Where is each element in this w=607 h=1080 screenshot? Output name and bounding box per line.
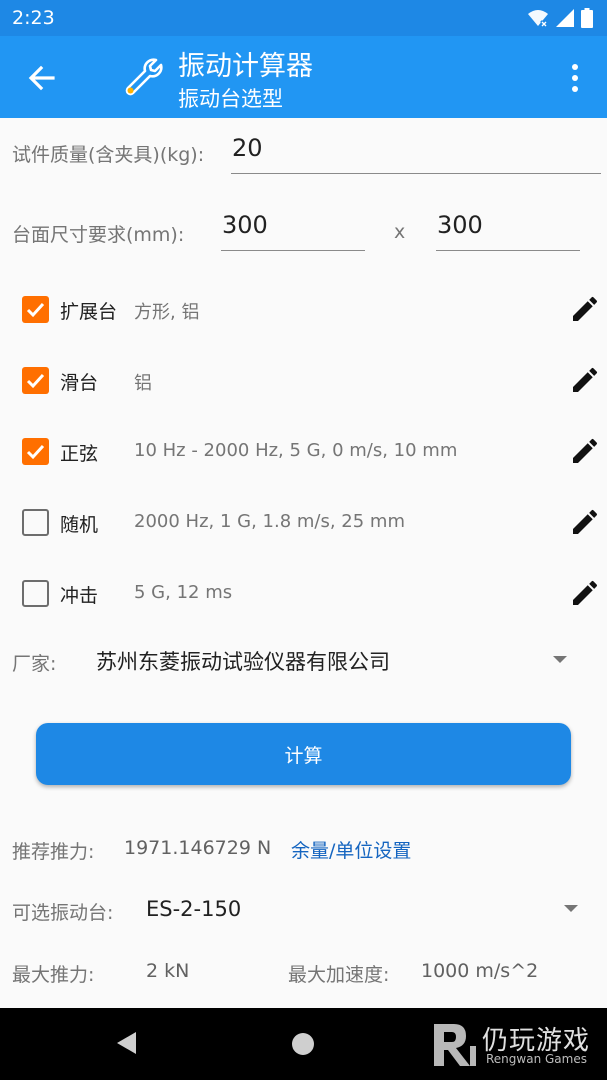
edit-pencil-icon[interactable] bbox=[569, 364, 601, 396]
size-x-input[interactable]: 300 bbox=[221, 207, 365, 251]
vendor-select[interactable]: 苏州东菱振动试验仪器有限公司 bbox=[96, 646, 390, 676]
battery-icon bbox=[581, 8, 593, 28]
option-label: 扩展台 bbox=[60, 301, 118, 323]
checkbox-checked-icon[interactable] bbox=[22, 367, 49, 394]
checkbox-unchecked-icon[interactable] bbox=[22, 580, 49, 607]
max-thrust-label: 最大推力: bbox=[12, 964, 95, 986]
option-row-sine[interactable]: 正弦 10 Hz - 2000 Hz, 5 G, 0 m/s, 10 mm bbox=[0, 423, 607, 483]
more-vert-icon[interactable] bbox=[565, 60, 585, 96]
shaker-select[interactable]: ES-2-150 bbox=[146, 897, 241, 921]
dropdown-arrow-icon[interactable] bbox=[564, 905, 578, 912]
option-detail: 铝 bbox=[134, 373, 152, 394]
mass-label: 试件质量(含夹具)(kg): bbox=[12, 144, 205, 166]
navigation-bar: 仍玩游戏 Rengwan Games bbox=[0, 1008, 607, 1080]
edit-pencil-icon[interactable] bbox=[569, 435, 601, 467]
wifi-icon bbox=[528, 10, 548, 28]
option-row-slip-table[interactable]: 滑台 铝 bbox=[0, 352, 607, 412]
option-label: 滑台 bbox=[60, 372, 99, 394]
option-label: 随机 bbox=[60, 514, 99, 536]
option-detail: 方形, 铝 bbox=[134, 302, 200, 323]
checkbox-unchecked-icon[interactable] bbox=[22, 509, 49, 536]
max-acceleration-value: 1000 m/s^2 bbox=[421, 960, 539, 982]
app-title: 振动计算器 bbox=[178, 51, 313, 82]
checkbox-checked-icon[interactable] bbox=[22, 438, 49, 465]
option-detail: 5 G, 12 ms bbox=[134, 582, 233, 603]
calculate-button[interactable]: 计算 bbox=[36, 723, 571, 785]
edit-pencil-icon[interactable] bbox=[569, 293, 601, 325]
nav-back-icon[interactable] bbox=[117, 1032, 136, 1054]
checkbox-checked-icon[interactable] bbox=[22, 296, 49, 323]
back-arrow-icon[interactable] bbox=[22, 58, 62, 98]
status-bar: 2:23 bbox=[0, 0, 607, 36]
shaker-label: 可选振动台: bbox=[12, 902, 114, 924]
size-label: 台面尺寸要求(mm): bbox=[12, 224, 185, 246]
watermark-logo-icon bbox=[434, 1024, 476, 1066]
option-row-shock[interactable]: 冲击 5 G, 12 ms bbox=[0, 565, 607, 625]
vendor-label: 厂家: bbox=[12, 653, 57, 675]
option-row-random[interactable]: 随机 2000 Hz, 1 G, 1.8 m/s, 25 mm bbox=[0, 494, 607, 554]
wrench-icon bbox=[125, 58, 163, 96]
size-y-input[interactable]: 300 bbox=[436, 207, 580, 251]
status-time: 2:23 bbox=[12, 7, 55, 29]
mass-input[interactable]: 20 bbox=[231, 130, 601, 174]
option-detail: 2000 Hz, 1 G, 1.8 m/s, 25 mm bbox=[134, 511, 405, 532]
signal-icon bbox=[556, 9, 574, 27]
edit-pencil-icon[interactable] bbox=[569, 577, 601, 609]
option-detail: 10 Hz - 2000 Hz, 5 G, 0 m/s, 10 mm bbox=[134, 440, 458, 461]
watermark: 仍玩游戏 Rengwan Games bbox=[430, 1016, 600, 1074]
max-thrust-value: 2 kN bbox=[146, 960, 190, 982]
dropdown-arrow-icon[interactable] bbox=[553, 656, 567, 663]
status-icons bbox=[527, 8, 593, 28]
option-label: 正弦 bbox=[60, 443, 99, 465]
option-label: 冲击 bbox=[60, 585, 99, 607]
thrust-label: 推荐推力: bbox=[12, 841, 95, 863]
option-row-extension-table[interactable]: 扩展台 方形, 铝 bbox=[0, 281, 607, 341]
margin-unit-settings-link[interactable]: 余量/单位设置 bbox=[291, 836, 411, 863]
app-bar: 振动计算器 振动台选型 bbox=[0, 36, 607, 118]
thrust-value: 1971.146729 N bbox=[124, 837, 272, 859]
max-acceleration-label: 最大加速度: bbox=[288, 964, 390, 986]
size-separator: x bbox=[394, 221, 406, 243]
nav-home-icon[interactable] bbox=[292, 1033, 314, 1055]
edit-pencil-icon[interactable] bbox=[569, 506, 601, 538]
watermark-subtitle: Rengwan Games bbox=[486, 1052, 587, 1066]
app-subtitle: 振动台选型 bbox=[178, 87, 283, 111]
